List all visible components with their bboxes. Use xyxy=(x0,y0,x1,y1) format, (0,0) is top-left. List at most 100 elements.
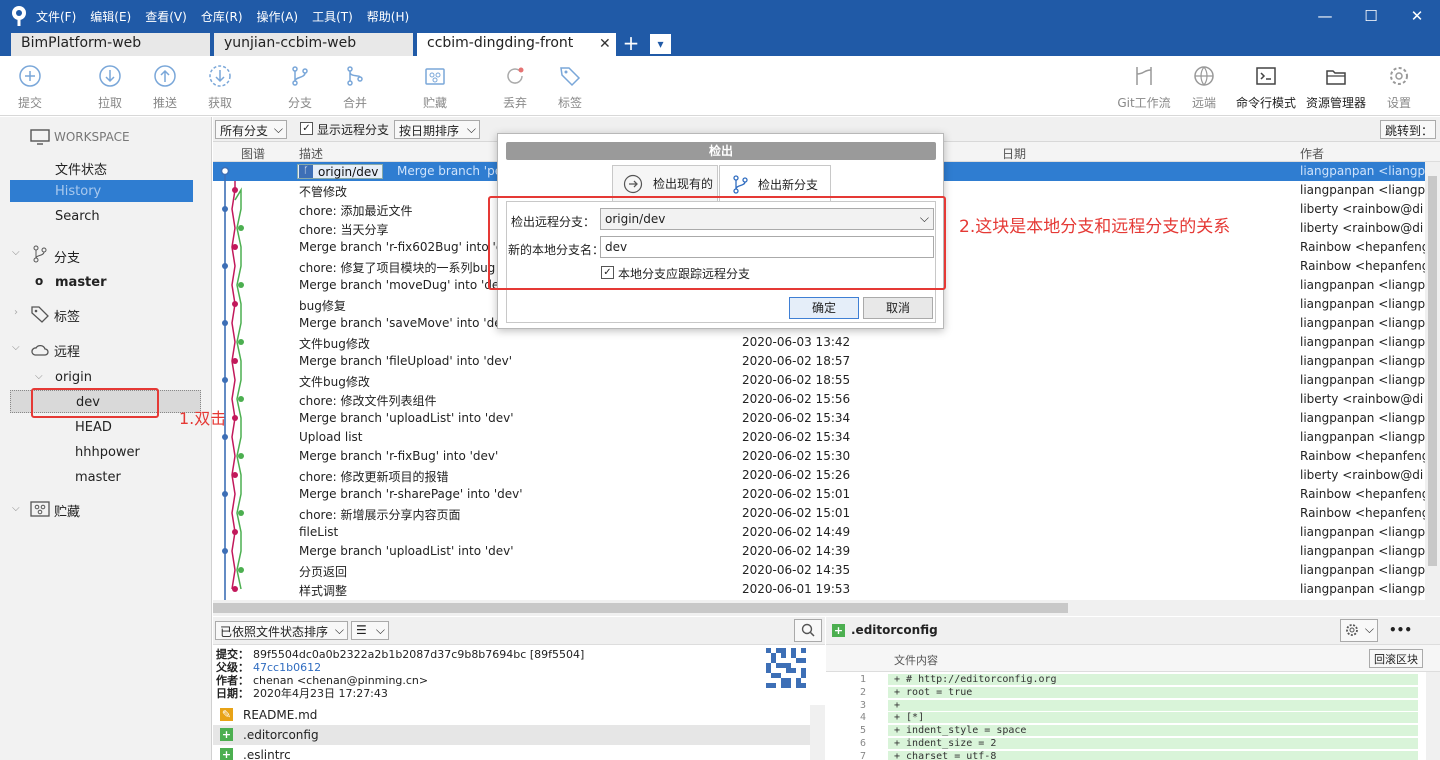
list-item-file[interactable]: + .editorconfig xyxy=(213,725,810,745)
scrollbar-thumb[interactable] xyxy=(1428,176,1437,566)
graph-column-header[interactable]: 图谱 xyxy=(241,145,265,162)
diff-line: 5 + indent_style = space xyxy=(826,725,1426,738)
commit-message: chore: 当天分享 xyxy=(299,223,389,237)
sidebar-item-search[interactable]: Search xyxy=(55,209,100,224)
list-item-file[interactable]: + .eslintrc xyxy=(213,745,810,760)
table-row[interactable]: chore: 修改更新项目的报错 2020-06-02 15:26 liberty … xyxy=(213,466,1425,485)
commit-date: 2020-06-02 15:56 xyxy=(742,392,851,406)
cancel-button[interactable]: 取消 xyxy=(863,297,933,319)
stash-icon xyxy=(30,501,50,517)
file-list-scrollbar[interactable] xyxy=(810,705,825,760)
sidebar-item-history[interactable]: History xyxy=(10,180,193,202)
fetch-button[interactable]: 获取 xyxy=(192,64,248,112)
more-options-icon[interactable]: ••• xyxy=(1389,623,1412,637)
menu-edit[interactable]: 编辑(E) xyxy=(90,8,131,25)
remotes-heading[interactable]: 远程 xyxy=(54,341,80,360)
menu-file[interactable]: 文件(F) xyxy=(36,8,76,25)
terminal-button[interactable]: 命令行模式 xyxy=(1236,64,1296,112)
table-row[interactable]: chore: 修改文件列表组件 2020-06-02 15:56 liberty <… xyxy=(213,390,1425,409)
chevron-down-icon[interactable]: ⌵ xyxy=(12,503,20,514)
table-row[interactable]: Merge branch 'uploadList' into 'dev' 2020… xyxy=(213,542,1425,561)
menu-tools[interactable]: 工具(T) xyxy=(312,8,353,25)
scrollbar-thumb[interactable] xyxy=(213,603,1068,613)
parent-hash-link[interactable]: 47cc1b0612 xyxy=(253,661,321,674)
revert-hunk-button[interactable]: 回滚区块 xyxy=(1369,649,1423,668)
description-column-header[interactable]: 描述 xyxy=(299,145,323,162)
pull-button[interactable]: 拉取 xyxy=(82,64,138,112)
table-row[interactable]: 文件bug修改 2020-06-03 13:42 liangpanpan <lian… xyxy=(213,333,1425,352)
tab-ccbim-dingding-front[interactable]: ccbim-dingding-front ✕ xyxy=(417,33,616,56)
chevron-right-icon[interactable]: › xyxy=(14,307,18,318)
explorer-button[interactable]: 资源管理器 xyxy=(1305,64,1367,112)
file-sort-dropdown[interactable]: 已依照文件状态排序 ⌵ xyxy=(215,621,348,640)
maximize-button[interactable]: ☐ xyxy=(1348,0,1394,32)
tab-yunjian-ccbim-web[interactable]: yunjian-ccbim-web xyxy=(214,33,413,56)
show-remote-checkbox[interactable]: ✓ xyxy=(300,122,313,135)
commit-author: liangpanpan <liangpa xyxy=(1300,297,1425,311)
chevron-down-icon[interactable]: ⌵ xyxy=(12,342,20,353)
add-tab-button[interactable]: + xyxy=(621,32,641,56)
remote-origin[interactable]: origin xyxy=(55,370,92,385)
history-horizontal-scrollbar[interactable] xyxy=(213,600,1440,616)
remote-branch-head[interactable]: HEAD xyxy=(75,420,112,435)
chevron-down-icon[interactable]: ⌵ xyxy=(12,247,20,258)
list-mode-dropdown[interactable]: ☰ ⌵ xyxy=(351,621,389,640)
table-row[interactable]: Upload list 2020-06-02 15:34 liangpanpan <… xyxy=(213,428,1425,447)
table-row[interactable]: 分页返回 2020-06-02 14:35 liangpanpan <liangpa xyxy=(213,561,1425,580)
added-file-icon: + xyxy=(832,624,845,637)
menu-actions[interactable]: 操作(A) xyxy=(257,8,299,25)
tab-bimplatform-web[interactable]: BimPlatform-web xyxy=(11,33,210,56)
menu-help[interactable]: 帮助(H) xyxy=(367,8,409,25)
author-column-header[interactable]: 作者 xyxy=(1300,145,1324,162)
table-row[interactable]: Merge branch 'r-sharePage' into 'dev' 202… xyxy=(213,485,1425,504)
table-row[interactable]: 样式调整 2020-06-01 19:53 liangpanpan <liangpa xyxy=(213,580,1425,599)
discard-button[interactable]: 丢弃 xyxy=(487,64,543,112)
settings-label: 设置 xyxy=(1386,96,1411,110)
push-button[interactable]: 推送 xyxy=(137,64,193,112)
history-vertical-scrollbar[interactable] xyxy=(1425,162,1440,600)
remote-branch-master[interactable]: master xyxy=(75,470,121,485)
settings-button[interactable]: 设置 xyxy=(1371,64,1427,112)
git-flow-button[interactable]: Git工作流 xyxy=(1116,64,1172,112)
search-button[interactable] xyxy=(794,619,822,642)
commit-hash[interactable]: 89f5504dc0a0b2322a2b1b2087d37c9b8b7694bc… xyxy=(253,648,584,661)
table-row[interactable]: chore: 新增展示分享内容页面 2020-06-02 15:01 Rainbow… xyxy=(213,504,1425,523)
annotation-step2: 2.这块是本地分支和远程分支的关系 xyxy=(959,217,1231,237)
branch-button[interactable]: 分支 xyxy=(272,64,328,112)
ok-button[interactable]: 确定 xyxy=(789,297,859,319)
sidebar-item-file-status[interactable]: 文件状态 xyxy=(55,159,107,178)
minimize-button[interactable]: — xyxy=(1302,0,1348,32)
tab-close-icon[interactable]: ✕ xyxy=(599,36,611,52)
date-column-header[interactable]: 日期 xyxy=(1002,145,1026,162)
tab-menu-button[interactable]: ▾ xyxy=(650,34,671,54)
table-row[interactable]: 文件bug修改 2020-06-02 18:55 liangpanpan <lian… xyxy=(213,371,1425,390)
stash-button[interactable]: 贮藏 xyxy=(407,64,463,112)
close-window-button[interactable]: ✕ xyxy=(1394,0,1440,32)
remote-button[interactable]: 远端 xyxy=(1176,64,1232,112)
menu-view[interactable]: 查看(V) xyxy=(145,8,187,25)
commit-message: chore: 修改更新项目的报错 xyxy=(299,470,449,484)
stashes-heading[interactable]: 贮藏 xyxy=(54,501,80,520)
tags-heading[interactable]: 标签 xyxy=(54,306,80,325)
remote-branch-hhhpower[interactable]: hhhpower xyxy=(75,445,140,460)
commit-message: chore: 修改文件列表组件 xyxy=(299,394,437,408)
annotation-box-relationship xyxy=(488,196,946,290)
table-row[interactable]: Merge branch 'fileUpload' into 'dev' 2020… xyxy=(213,352,1425,371)
merge-button[interactable]: 合并 xyxy=(327,64,383,112)
table-row[interactable]: Merge branch 'uploadList' into 'dev' 2020… xyxy=(213,409,1425,428)
chevron-down-icon[interactable]: ⌵ xyxy=(35,371,43,382)
sidebar-branch-master[interactable]: master xyxy=(55,275,107,290)
jump-to-button[interactable]: 跳转到： xyxy=(1380,120,1436,139)
menu-repository[interactable]: 仓库(R) xyxy=(201,8,243,25)
sort-dropdown[interactable]: 按日期排序 ⌵ xyxy=(394,120,480,139)
commit-author: liangpanpan <liangpa xyxy=(1300,544,1425,558)
table-row[interactable]: fileList 2020-06-02 14:49 liangpanpan <lia… xyxy=(213,523,1425,542)
diff-scrollbar[interactable] xyxy=(1426,672,1440,760)
commit-button[interactable]: 提交 xyxy=(2,64,58,112)
tag-button[interactable]: 标签 xyxy=(542,64,598,112)
diff-options-dropdown[interactable]: ⌵ xyxy=(1340,619,1378,642)
table-row[interactable]: Merge branch 'r-fixBug' into 'dev' 2020-0… xyxy=(213,447,1425,466)
branches-heading[interactable]: 分支 xyxy=(54,247,80,266)
list-item-file[interactable]: ✎ README.md xyxy=(213,705,810,725)
branch-filter-dropdown[interactable]: 所有分支 ⌵ xyxy=(215,120,287,139)
